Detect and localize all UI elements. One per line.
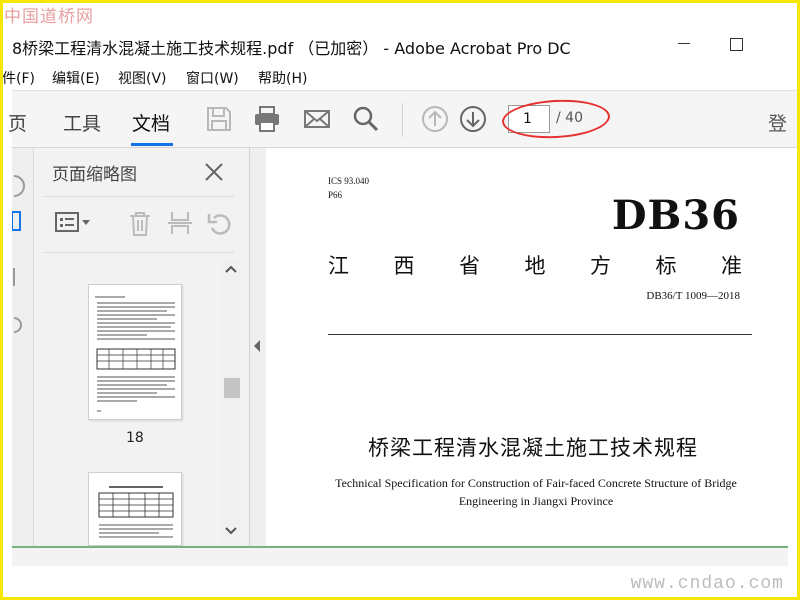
scroll-up-icon[interactable]: [222, 260, 240, 278]
doc-ics-code: ICS 93.040: [328, 176, 370, 186]
scroll-down-icon[interactable]: [222, 522, 240, 540]
doc-divider: [328, 334, 752, 335]
doc-standard-number: DB36/T 1009—2018: [646, 290, 740, 302]
panel-title: 页面缩略图: [52, 165, 137, 185]
delete-icon[interactable]: [126, 208, 154, 238]
collapse-arrow-icon[interactable]: [254, 340, 260, 352]
active-tab-indicator: [131, 143, 173, 146]
doc-standard-char: 西: [393, 254, 415, 278]
nav-pane-icons[interactable]: [12, 168, 26, 348]
thumbnail-content: [95, 296, 176, 412]
minimize-button[interactable]: [672, 32, 696, 56]
page-thumbnail-19[interactable]: [88, 472, 182, 546]
status-bar: [12, 546, 788, 566]
tab-home[interactable]: 页: [8, 109, 27, 136]
menu-edit[interactable]: 编辑(E): [52, 68, 100, 88]
email-icon[interactable]: [302, 104, 332, 134]
menu-view[interactable]: 视图(V): [118, 68, 167, 88]
tab-tools[interactable]: 工具: [63, 109, 101, 136]
scrollbar-thumb[interactable]: [224, 378, 240, 398]
doc-standard-char: 准: [721, 254, 742, 278]
doc-standard-char: 标: [655, 254, 677, 278]
doc-standard-char: 江: [328, 254, 349, 278]
panel-divider-2: [44, 252, 234, 253]
menu-window[interactable]: 窗口(W): [186, 68, 239, 88]
menu-file[interactable]: 件(F): [2, 68, 35, 88]
menu-help[interactable]: 帮助(H): [258, 68, 307, 88]
undo-icon[interactable]: [206, 208, 234, 238]
extract-icon[interactable]: [166, 208, 194, 238]
toolbar-divider: [402, 103, 403, 137]
doc-standard-char: 地: [524, 254, 546, 278]
save-icon[interactable]: [204, 104, 234, 134]
tab-document[interactable]: 文档: [132, 109, 170, 136]
login-link[interactable]: 登: [768, 109, 787, 136]
watermark-bottom: www.cndao.com: [630, 574, 784, 594]
thumbnail-content-next: [98, 486, 174, 538]
document-page: ICS 93.040 P66 DB36 江 西 省 地 方 标 准 DB36/T…: [266, 148, 800, 546]
prev-page-icon[interactable]: [420, 104, 450, 134]
doc-title-en: Technical Specification for Construction…: [335, 476, 737, 508]
thumbnail-scrollbar[interactable]: [222, 260, 240, 544]
window-title: 8桥梁工程清水混凝土施工技术规程.pdf （已加密） - Adobe Acrob…: [12, 39, 571, 58]
watermark-top: 中国道桥网: [4, 7, 94, 27]
doc-class-code: P66: [328, 190, 343, 200]
toolbar: 页 工具 文档 1 / 40 登: [8, 90, 800, 148]
doc-standard-type: 江 西 省 地 方 标 准: [328, 250, 742, 280]
doc-title-cn: 桥梁工程清水混凝土施工技术规程: [368, 436, 698, 460]
panel-divider: [44, 196, 234, 197]
doc-standard-char: 方: [590, 254, 611, 278]
title-bar: 8桥梁工程清水混凝土施工技术规程.pdf （已加密） - Adobe Acrob…: [0, 26, 800, 64]
next-page-icon[interactable]: [458, 104, 488, 134]
page-thumbnail-18[interactable]: [88, 284, 182, 420]
options-menu-icon[interactable]: [54, 208, 94, 238]
doc-standard-code: DB36: [611, 192, 740, 239]
search-icon[interactable]: [351, 104, 381, 134]
print-icon[interactable]: [252, 104, 282, 134]
maximize-button[interactable]: [724, 32, 748, 56]
doc-standard-char: 省: [459, 254, 480, 278]
close-icon[interactable]: [202, 160, 226, 184]
page-thumbnails-panel: 页面缩略图 18: [34, 148, 250, 546]
navigation-pane-strip: [12, 148, 34, 546]
menu-bar: 件(F) 编辑(E) 视图(V) 窗口(W) 帮助(H): [0, 64, 800, 90]
thumbnail-page-label: 18: [126, 430, 144, 446]
